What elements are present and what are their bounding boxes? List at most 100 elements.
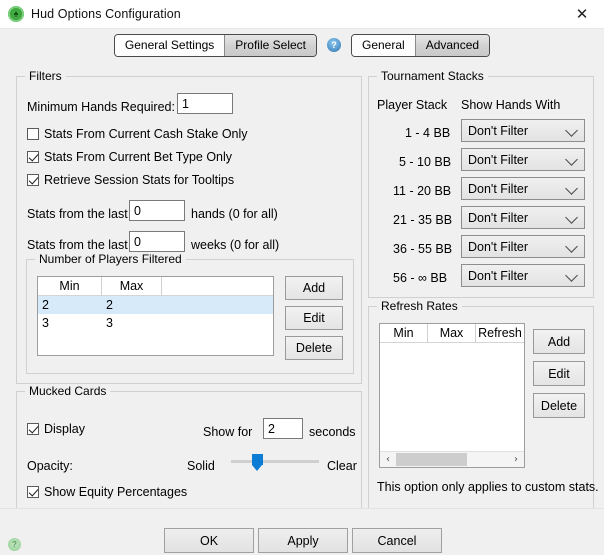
column-header-max[interactable]: Max: [428, 324, 476, 342]
stack-filter-value-1: Don't Filter: [468, 123, 529, 138]
tab-advanced[interactable]: Advanced: [415, 34, 490, 56]
slider-solid-label: Solid: [187, 459, 215, 473]
tournament-stacks-group: Tournament Stacks Player Stack Show Hand…: [368, 69, 594, 298]
tab-profile-select[interactable]: Profile Select: [225, 34, 316, 56]
window-title: Hud Options Configuration: [31, 7, 181, 21]
chevron-down-icon: [565, 123, 578, 137]
seconds-label: seconds: [309, 425, 356, 439]
stack-range-label-6: 56 - ∞ BB: [393, 271, 448, 285]
column-header-min[interactable]: Min: [380, 324, 428, 342]
stats-last-weeks-suffix: weeks (0 for all): [191, 238, 280, 252]
opacity-label: Opacity:: [27, 459, 73, 473]
help-circle-icon[interactable]: [8, 538, 21, 551]
column-header-max[interactable]: Max: [102, 277, 162, 295]
cell-min: 3: [42, 316, 49, 330]
players-filtered-listview[interactable]: Min Max 2 2 3 3: [37, 276, 274, 356]
scroll-left-icon[interactable]: ‹: [380, 452, 396, 467]
slider-track: [231, 460, 319, 463]
delete-player-filter-button[interactable]: Delete: [285, 336, 343, 360]
add-player-filter-button[interactable]: Add: [285, 276, 343, 300]
tab-general[interactable]: General: [352, 34, 416, 56]
tournament-stacks-title: Tournament Stacks: [377, 69, 488, 83]
stack-filter-value-3: Don't Filter: [468, 181, 529, 196]
checkbox-label: Retrieve Session Stats for Tooltips: [44, 173, 235, 187]
scroll-right-icon[interactable]: ›: [508, 452, 524, 467]
minimum-hands-input[interactable]: 1: [177, 93, 233, 114]
stack-filter-select-1[interactable]: Don't Filter: [461, 119, 585, 142]
cancel-button[interactable]: Cancel: [352, 528, 442, 553]
stats-last-hands-label: Stats from the last: [27, 207, 128, 221]
refresh-rates-note: This option only applies to custom stats…: [377, 480, 599, 494]
stack-range-label-5: 36 - 55 BB: [393, 242, 453, 256]
stack-filter-value-2: Don't Filter: [468, 152, 529, 167]
checkbox-cash-stake-only[interactable]: Stats From Current Cash Stake Only: [27, 127, 248, 141]
listview-header: Min Max: [38, 277, 273, 296]
stack-filter-select-4[interactable]: Don't Filter: [461, 206, 585, 229]
stack-filter-value-4: Don't Filter: [468, 210, 529, 225]
scrollbar-thumb[interactable]: [396, 453, 467, 466]
checkbox-bet-type-only[interactable]: Stats From Current Bet Type Only: [27, 150, 232, 164]
table-row[interactable]: 3 3: [38, 314, 273, 332]
stack-filter-select-6[interactable]: Don't Filter: [461, 264, 585, 287]
edit-player-filter-button[interactable]: Edit: [285, 306, 343, 330]
show-for-label: Show for: [203, 425, 253, 439]
help-circle-icon[interactable]: [327, 38, 341, 52]
stack-range-label-3: 11 - 20 BB: [393, 184, 452, 198]
checkbox-display-mucked[interactable]: Display: [27, 422, 85, 436]
stack-filter-value-6: Don't Filter: [468, 268, 529, 283]
player-stack-column-label: Player Stack: [377, 98, 448, 112]
cell-min: 2: [42, 298, 49, 312]
players-filtered-title: Number of Players Filtered: [35, 252, 186, 266]
checkbox-show-equity[interactable]: Show Equity Percentages: [27, 485, 187, 499]
column-header-refresh[interactable]: Refresh: [476, 324, 524, 342]
table-row[interactable]: 2 2: [38, 296, 273, 314]
listview-header: Min Max Refresh: [380, 324, 524, 343]
show-for-input[interactable]: 2: [263, 418, 303, 439]
column-header-blank[interactable]: [162, 277, 273, 295]
stack-filter-select-3[interactable]: Don't Filter: [461, 177, 585, 200]
ok-button[interactable]: OK: [164, 528, 254, 553]
poker-chip-icon: [8, 6, 24, 22]
main-tab-group: General Settings Profile Select: [113, 33, 317, 57]
show-hands-with-column-label: Show Hands With: [461, 98, 561, 112]
checkbox-session-tooltips[interactable]: Retrieve Session Stats for Tooltips: [27, 173, 234, 187]
bottom-button-bar: OK Apply Cancel: [0, 508, 604, 555]
stack-range-label-4: 21 - 35 BB: [393, 213, 453, 227]
tab-general-settings[interactable]: General Settings: [114, 34, 226, 56]
apply-button[interactable]: Apply: [258, 528, 348, 553]
stats-last-weeks-input[interactable]: 0: [129, 231, 185, 252]
checkbox-box: [27, 151, 39, 163]
checkbox-box: [27, 423, 39, 435]
checkbox-label: Show Equity Percentages: [44, 485, 188, 499]
edit-refresh-rate-button[interactable]: Edit: [533, 361, 585, 386]
opacity-slider[interactable]: [231, 454, 319, 472]
horizontal-scrollbar[interactable]: ‹ ›: [380, 451, 524, 467]
checkbox-label: Stats From Current Bet Type Only: [44, 150, 233, 164]
scrollbar-track[interactable]: [396, 452, 508, 467]
mucked-cards-group: Mucked Cards Display Show for 2 seconds …: [16, 384, 362, 511]
refresh-rates-group: Refresh Rates Min Max Refresh ‹ › Add Ed…: [368, 299, 599, 511]
stack-filter-select-5[interactable]: Don't Filter: [461, 235, 585, 258]
column-header-min[interactable]: Min: [38, 277, 102, 295]
cell-max: 2: [106, 298, 113, 312]
slider-clear-label: Clear: [327, 459, 357, 473]
checkbox-label: Display: [44, 422, 85, 436]
chevron-down-icon: [565, 239, 578, 253]
stack-filter-value-5: Don't Filter: [468, 239, 529, 254]
stats-last-weeks-label: Stats from the last: [27, 238, 128, 252]
close-icon[interactable]: ✕: [560, 0, 604, 28]
refresh-rates-listview[interactable]: Min Max Refresh ‹ ›: [379, 323, 525, 468]
mucked-cards-title: Mucked Cards: [25, 384, 111, 398]
slider-thumb[interactable]: [252, 454, 264, 471]
delete-refresh-rate-button[interactable]: Delete: [533, 393, 585, 418]
add-refresh-rate-button[interactable]: Add: [533, 329, 585, 354]
tab-strip: General Settings Profile Select General …: [0, 29, 604, 61]
stack-filter-select-2[interactable]: Don't Filter: [461, 148, 585, 171]
minimum-hands-label: Minimum Hands Required:: [27, 100, 175, 114]
checkbox-box: [27, 174, 39, 186]
checkbox-label: Stats From Current Cash Stake Only: [44, 127, 248, 141]
refresh-rates-title: Refresh Rates: [377, 299, 462, 313]
stats-last-hands-input[interactable]: 0: [129, 200, 185, 221]
stack-range-label-2: 5 - 10 BB: [399, 155, 452, 169]
filters-group: Filters Minimum Hands Required: 1 Stats …: [16, 69, 362, 384]
